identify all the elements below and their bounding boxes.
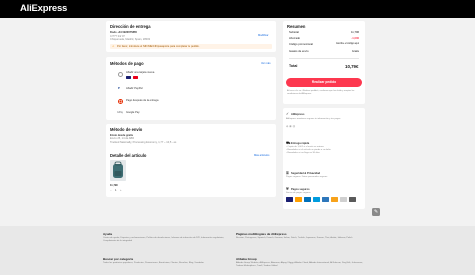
shipping-line2: Chiqueruela, Madrid, Spain, 28003 (110, 38, 151, 41)
summary-value: 11,79€ (350, 31, 359, 34)
summary-row-shipping: Gastos de envío Gratis (289, 50, 359, 53)
footer-help-text[interactable]: Centro de ayuda, Disputas y reclamacione… (103, 237, 225, 243)
total-label: Total (289, 64, 298, 68)
place-order-button[interactable]: Realizar pedido (286, 78, 362, 87)
payment-see-all-link[interactable]: Ver más (261, 62, 271, 65)
summary-label: Código promocional (289, 43, 313, 46)
summary-value: Gratis (351, 50, 359, 53)
edit-address-link[interactable]: Modificar (258, 34, 269, 37)
footer-multilang-text[interactable]: Russian, Portuguese, Spanish, French, Ge… (236, 237, 368, 240)
delivery-card: Método de envío Envío desde gratis Envío… (106, 124, 276, 197)
amex-icon (322, 197, 329, 202)
delivery-line3: Tracked Nationally, Processing Economy, … (110, 140, 177, 144)
security-line: Pagos seguros. Datos personales seguros. (286, 176, 328, 178)
payment-option-label: Google Pay (126, 110, 140, 114)
edit-icon: ✎ (374, 209, 379, 215)
visa-icon (286, 197, 293, 202)
paypal-icon (313, 197, 320, 202)
item-qty: 1 (115, 188, 117, 192)
payments-line: Socios de pagos seguros (286, 192, 311, 194)
payments-title: Pagos seguros (291, 187, 310, 191)
delivery-promise-line: • Reembolso si no llega en 30 días (286, 152, 320, 154)
payment-option-label: Pago después de la entrega (126, 98, 159, 102)
promo-code-input[interactable]: Escribe el código aquí (336, 43, 359, 46)
summary-row-savings: Ahorrado -1,00€ (289, 37, 359, 40)
mastercard-icon (132, 75, 138, 79)
aliexpress-logo[interactable]: AliExpress (20, 3, 67, 15)
security-title: Seguridad & Privacidad (291, 171, 321, 175)
summary-title: Resumen (287, 24, 306, 29)
payment-title: Métodos de pago (110, 61, 144, 66)
gpay-icon (340, 197, 347, 202)
top-bar: AliExpress (0, 0, 475, 18)
item-price: 11,79€ (110, 184, 118, 187)
summary-value: -1,00€ (351, 37, 359, 40)
shipping-title: Dirección de entrega (110, 24, 151, 29)
warning-icon: ⚠ (112, 44, 115, 48)
items-title: Detalle del artículo (110, 153, 147, 158)
discover-icon (331, 197, 338, 202)
shield-icon: ✓ (286, 112, 290, 116)
trust-card: ✓ AliExpress AliExpress mantiene seguros… (283, 108, 365, 209)
delivery-promise-title: Entrega rápida (291, 141, 310, 145)
total-value: 10,79€ (345, 64, 359, 69)
footer-multilang-title: Páginas multilingües de AliExpress (236, 232, 287, 236)
summary-row-promo[interactable]: Código promocional Escribe el código aqu… (289, 43, 359, 46)
trust-brand: AliExpress (291, 112, 305, 116)
maestro-icon (304, 197, 311, 202)
feedback-button[interactable]: ✎ (372, 208, 380, 216)
applepay-icon (349, 197, 356, 202)
visa-icon (126, 75, 131, 79)
footer-help-title: Ayuda (103, 232, 113, 236)
payment-option-label: Añadir PayPal (126, 87, 143, 90)
summary-label: Subtotal (289, 31, 299, 34)
summary-row-subtotal: Subtotal 11,79€ (289, 31, 359, 34)
footer-group-title: Alibaba Group (236, 257, 257, 261)
qty-plus-icon[interactable]: + (120, 189, 122, 192)
backpack-icon (113, 161, 123, 178)
summary-label: Ahorrado (289, 37, 301, 40)
more-items-link[interactable]: Más artículos (254, 154, 269, 157)
terms-text: Al hacer clic en «Realizar pedido», conf… (287, 90, 355, 95)
nif-warning: ⚠ Por favor, introduce el NIF/NIE/CIF/pa… (110, 44, 272, 49)
qty-minus-icon[interactable]: − (110, 189, 112, 192)
badge-icons: ◈ ◉ ◍ (286, 124, 296, 128)
trust-brand-sub: AliExpress mantiene seguros tu informaci… (286, 118, 341, 120)
warning-text: Por favor, introduce el NIF/NIE/CIF/pasa… (117, 44, 200, 48)
product-image[interactable] (110, 160, 126, 181)
google-pay-icon: GPay (117, 110, 123, 114)
footer-group-text[interactable]: Alibaba Group Website, AliExpress, Alima… (236, 262, 368, 268)
payment-radio-pay-later[interactable] (118, 99, 123, 104)
summary-label: Gastos de envío (289, 50, 309, 53)
payment-option-label: Añadir una tarjeta nueva (126, 71, 155, 74)
payment-radio-card[interactable] (118, 72, 123, 77)
footer-browse-text[interactable]: Todos los productos populares, Productos… (103, 262, 225, 265)
paypal-icon: P (118, 87, 120, 90)
mastercard-icon (295, 197, 302, 202)
footer-browse-title: Buscar por categoría (103, 257, 134, 261)
delivery-title: Método de envío (110, 127, 143, 132)
footer: Ayuda Centro de ayuda, Disputas y reclam… (0, 226, 475, 275)
payment-card: Métodos de pago Ver más Añadir una tarje… (106, 57, 276, 120)
